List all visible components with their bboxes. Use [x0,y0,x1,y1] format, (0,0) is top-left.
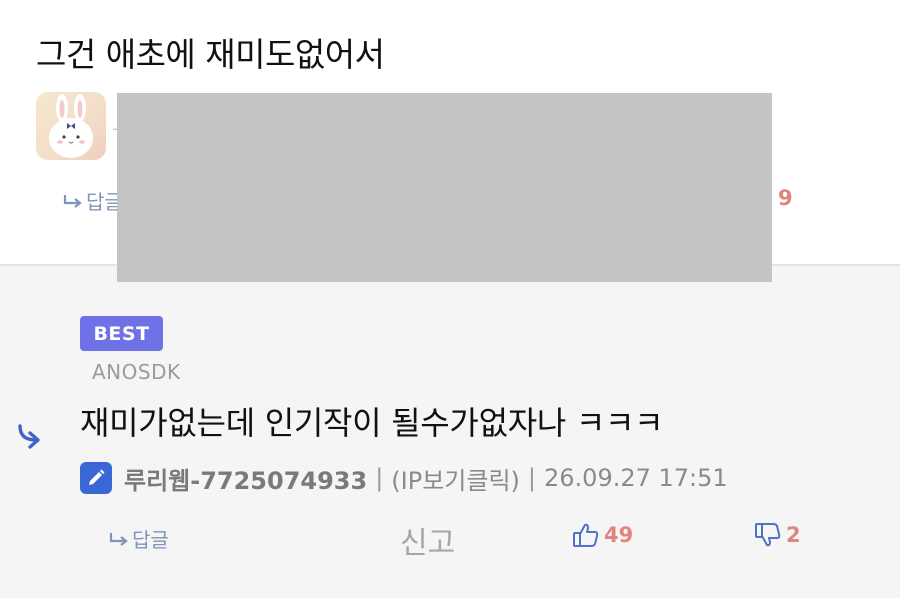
best-subtitle: ANOSDK [92,360,181,384]
comment-actions: 답글 신고 49 2 [0,522,900,561]
separator: | [527,464,536,492]
author-name[interactable]: 루리웹-7725074933 [124,461,367,496]
rabbit-avatar-icon [49,94,93,158]
comment-text: 재미가없는데 인기작이 될수가없자나 ㅋㅋㅋ [80,404,664,442]
best-comment: BEST ANOSDK 재미가없는데 인기작이 될수가없자나 ㅋㅋㅋ 루리웹-7… [0,264,900,598]
separator: | [375,464,384,492]
dislike-count: 2 [786,523,801,547]
ip-view-link[interactable]: (IP보기클릭) [391,461,520,496]
like-count: 49 [604,523,634,547]
comment-text: 그건 애초에 재미도없어서 [36,35,385,74]
timestamp: 26.09.27 17:51 [544,464,728,492]
thumbs-down-icon [755,523,781,547]
avatar[interactable] [36,92,106,160]
redaction-box [117,93,772,282]
reply-arrow-icon [63,194,82,208]
reply-button[interactable]: 답글 [62,186,123,215]
best-badge: BEST [80,316,163,351]
thumbs-up-icon [573,523,599,547]
reply-button[interactable]: 답글 [108,524,169,553]
like-button[interactable]: 49 [572,522,633,548]
reply-arrow-icon [18,424,40,449]
reply-label: 답글 [132,528,169,552]
reply-arrow-icon [109,532,128,546]
dislike-count: 9 [778,186,793,210]
comment-meta: 루리웹-7725074933 | (IP보기클릭) | 26.09.27 17:… [80,460,728,496]
dislike-button[interactable]: 2 [754,522,801,548]
pencil-icon[interactable] [80,462,112,494]
report-button[interactable]: 신고 [400,518,455,562]
